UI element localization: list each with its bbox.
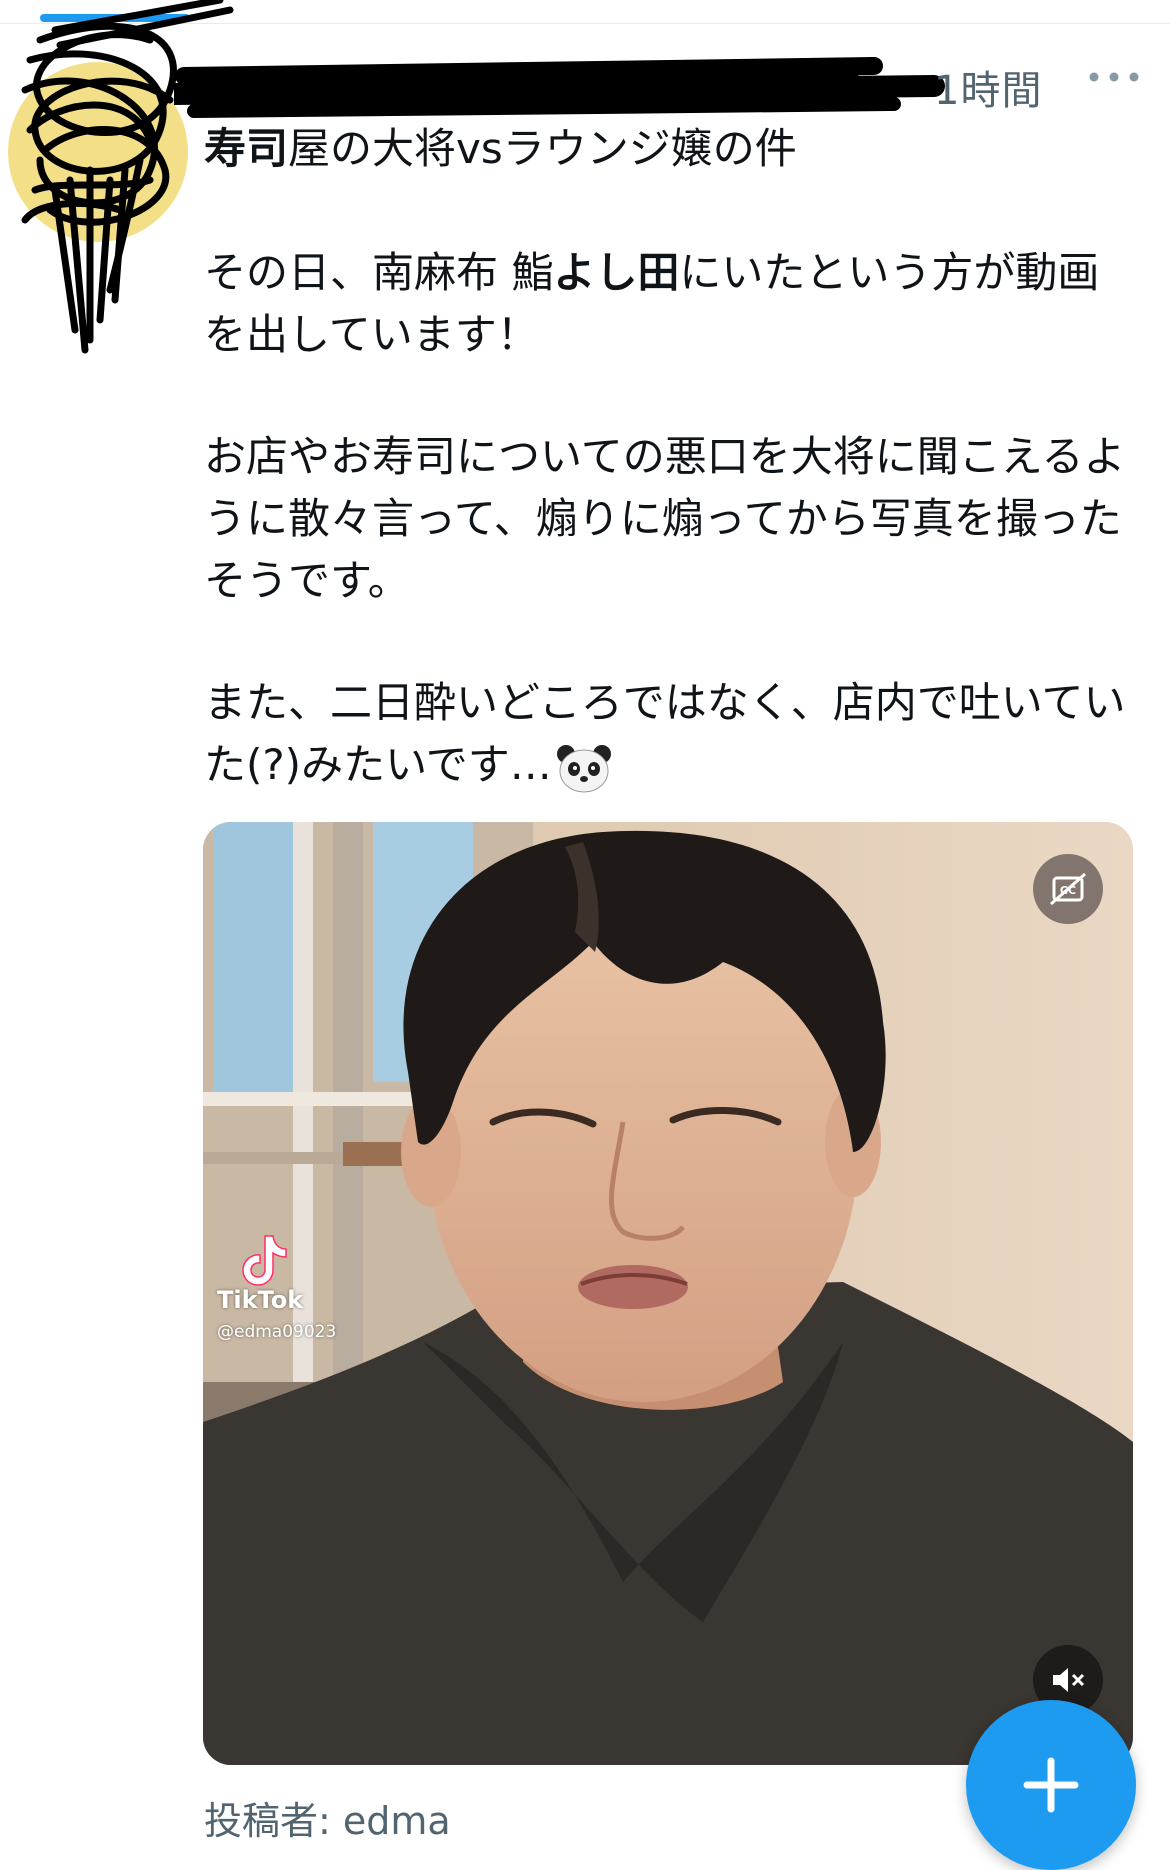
tweet-paragraph-3: また、二日酔いどころではなく、店内で吐いていた(?)みたいです… (204, 672, 1134, 796)
tiktok-logo-icon (242, 1235, 287, 1286)
tiktok-name: TikTok (217, 1286, 304, 1314)
more-horizontal-icon (1089, 72, 1139, 82)
compose-fab-button[interactable] (966, 1700, 1136, 1870)
tweet-paragraph-1: その日、南麻布 鮨よし田にいたという方が動画を出しています！ (204, 242, 1134, 366)
captions-off-icon: CC (1050, 872, 1086, 906)
tweet-paragraph-2: お店やお寿司についての悪口を大将に聞こえるように散々言って、煽りに煽ってから写真… (204, 432, 1126, 605)
tiktok-watermark: TikTok @edma09023 (217, 1232, 407, 1352)
tweet-title-bold: 寿司 (204, 124, 289, 173)
tweet-timestamp[interactable]: 1時間 (934, 58, 1042, 116)
tiktok-username: @edma09023 (217, 1322, 337, 1342)
tweet-text: 寿司屋の大将vsラウンジ嬢の件 その日、南麻布 鮨よし田にいたという方が動画を出… (204, 118, 1134, 856)
tweet-title-line: 寿司屋の大将vsラウンジ嬢の件 (204, 118, 1134, 180)
panda-face-emoji (556, 744, 611, 792)
tweet-p3-text: また、二日酔いどころではなく、店内で吐いていた(?)みたいです… (204, 678, 1126, 789)
plus-icon (1023, 1757, 1079, 1813)
captions-toggle-button[interactable]: CC (1033, 854, 1103, 924)
media-attribution[interactable]: 投稿者: edma (204, 1790, 451, 1845)
tweet-title-rest: 屋の大将vsラウンジ嬢の件 (288, 124, 797, 173)
tweet-p1-bold: よし田 (553, 248, 680, 297)
video-player[interactable]: TikTok @edma09023 CC (203, 822, 1133, 1765)
tweet-header: 1時間 (174, 52, 1154, 118)
tweet-p1-start: その日、南麻布 鮨 (204, 248, 554, 297)
more-options-button[interactable] (1084, 62, 1144, 102)
